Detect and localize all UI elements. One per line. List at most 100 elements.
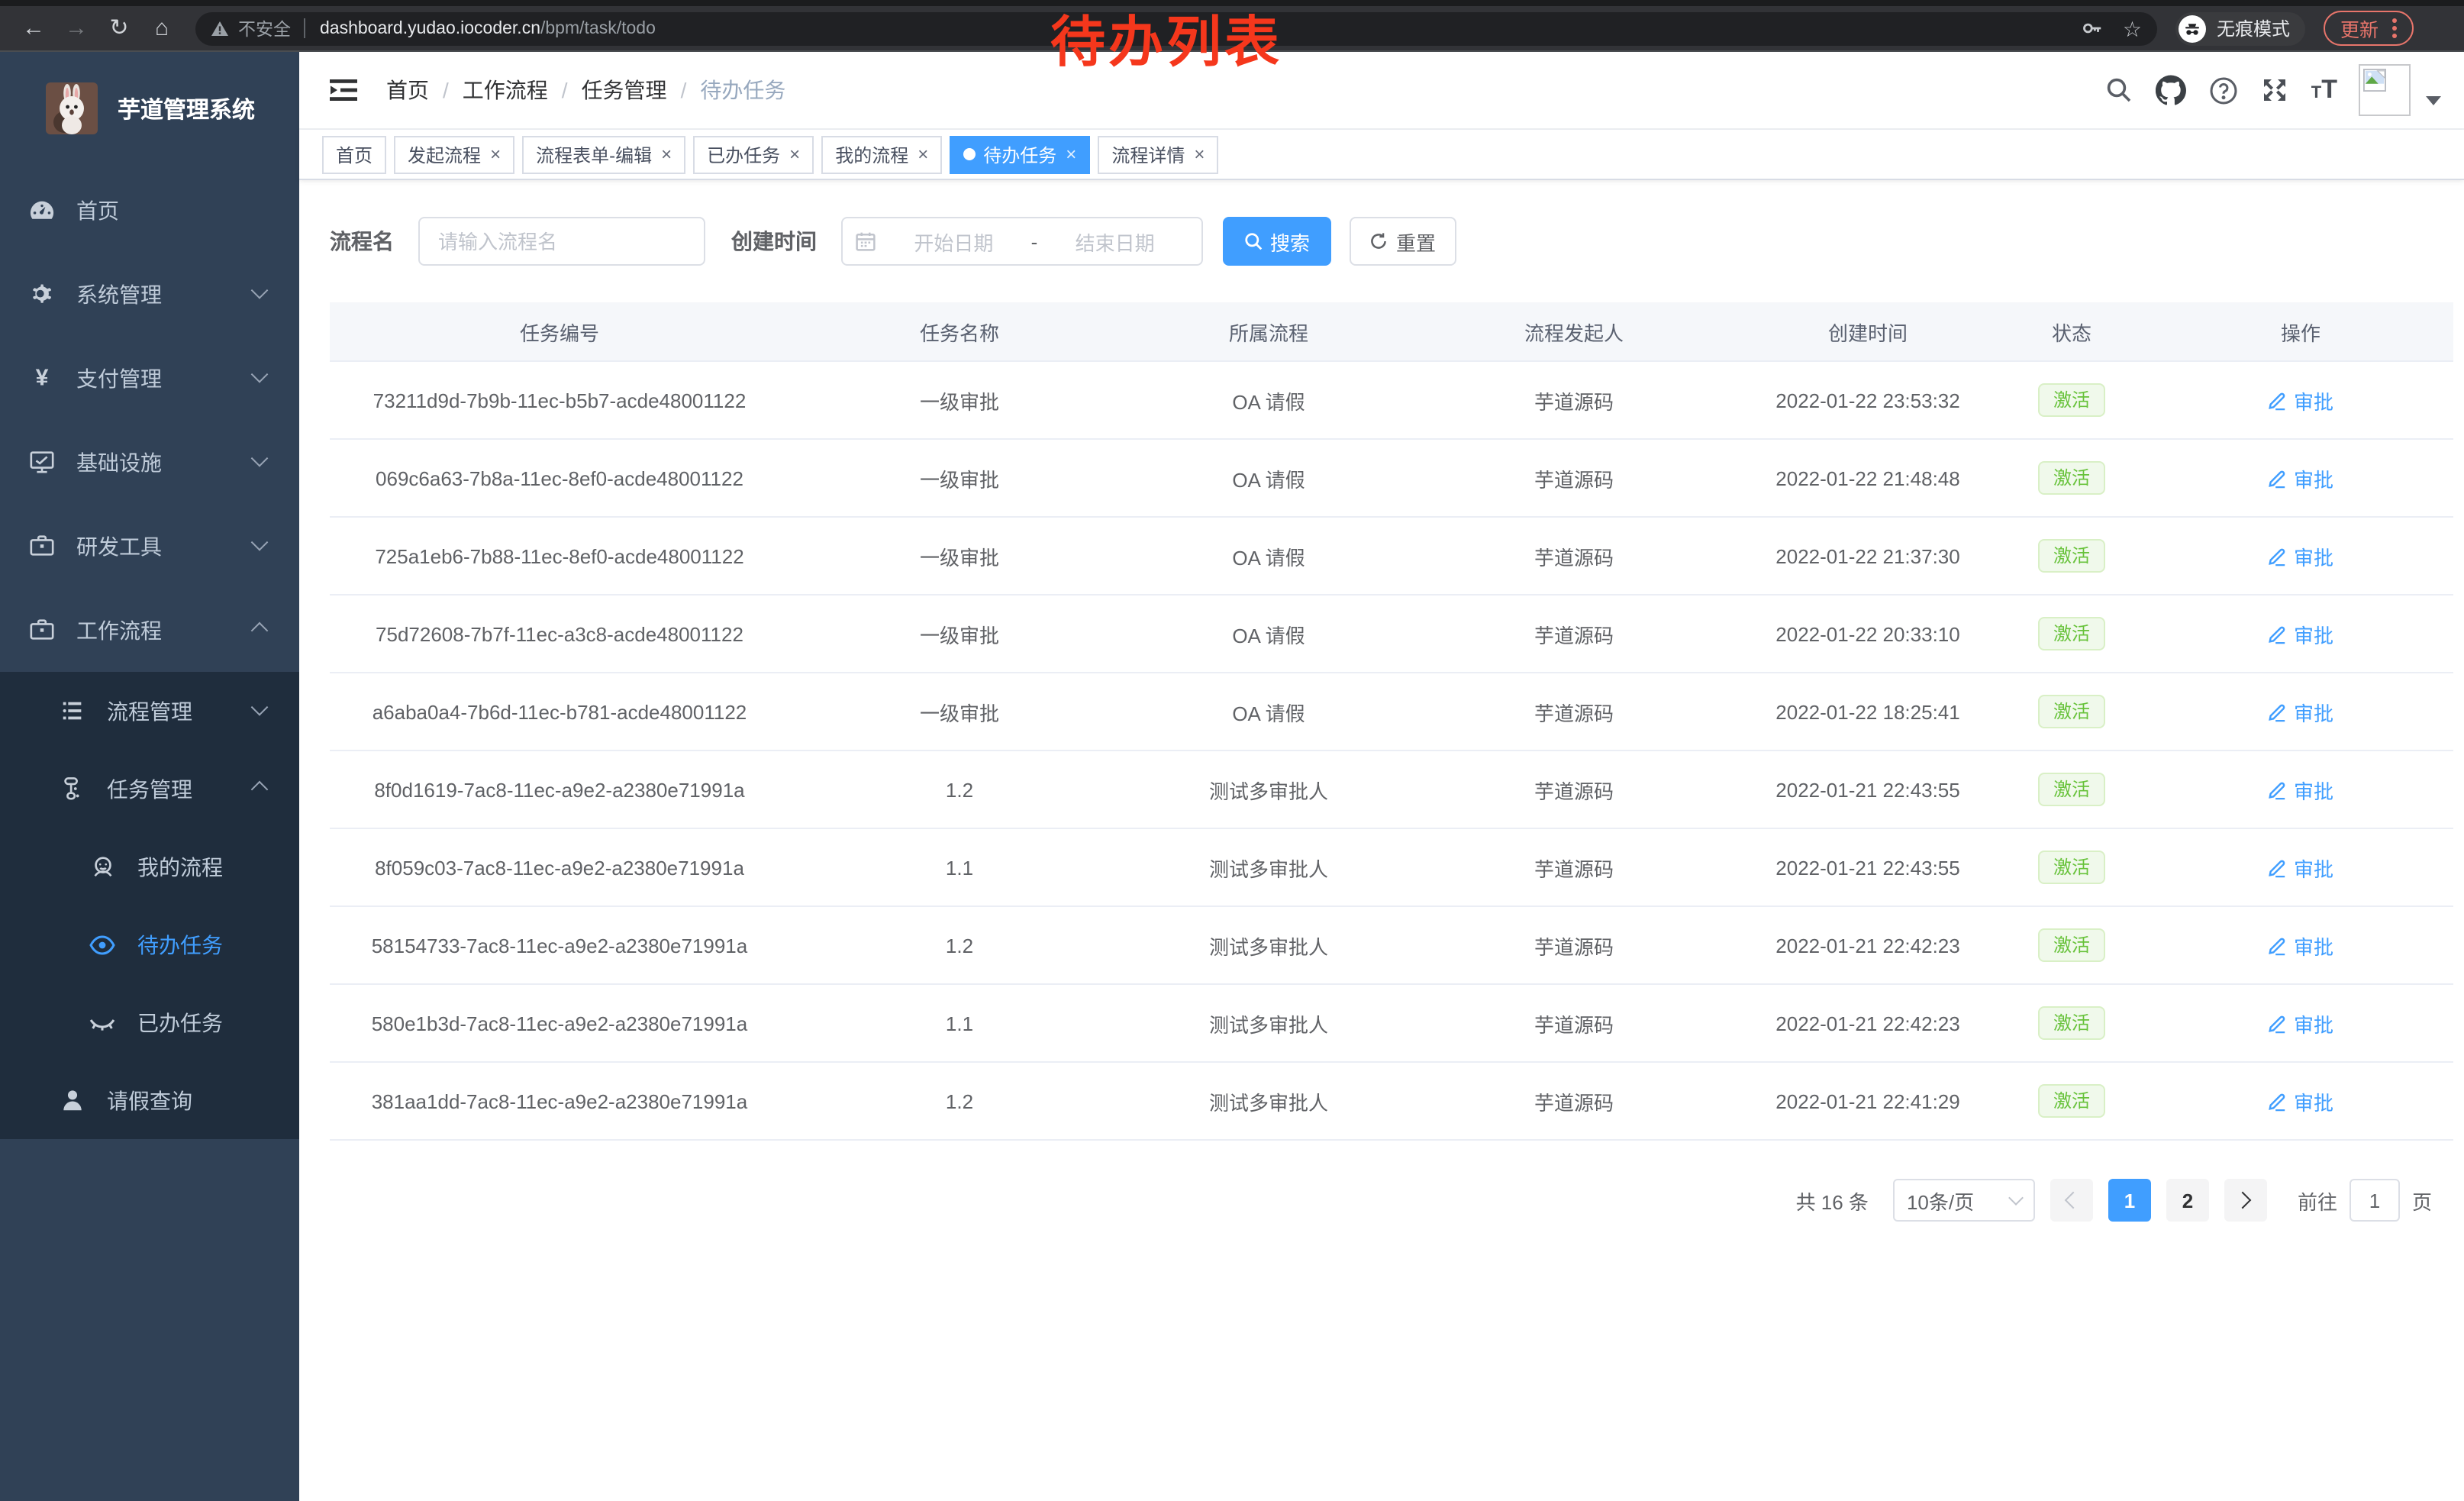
approve-link[interactable]: 审批 — [2268, 619, 2333, 648]
fullscreen-icon[interactable] — [2261, 76, 2288, 104]
app-logo[interactable]: 芋道管理系统 — [0, 52, 299, 150]
help-icon[interactable] — [2209, 76, 2238, 105]
search-button[interactable]: 搜索 — [1223, 217, 1331, 266]
sidebar-item-done-tasks[interactable]: 已办任务 — [0, 983, 299, 1061]
goto-page-input[interactable] — [2350, 1179, 2400, 1222]
browser-forward-icon[interactable]: → — [55, 6, 98, 50]
user-avatar[interactable] — [2359, 64, 2411, 116]
app-title: 芋道管理系统 — [118, 92, 255, 124]
prev-page-button[interactable] — [2050, 1179, 2093, 1222]
sidebar-item-infrastructure[interactable]: 基础设施 — [0, 420, 299, 504]
tab-done-tasks[interactable]: 已办任务 × — [693, 135, 814, 173]
header-search-icon[interactable] — [2105, 76, 2133, 104]
top-navbar: 首页 / 工作流程 / 任务管理 / 待办任务 — [299, 52, 2464, 130]
avatar-caret-icon[interactable] — [2426, 96, 2441, 105]
approve-link[interactable]: 审批 — [2268, 463, 2333, 492]
tab-close-icon[interactable]: × — [661, 145, 672, 163]
sidebar-collapse-icon[interactable] — [322, 69, 365, 111]
breadcrumb-home[interactable]: 首页 — [386, 75, 429, 105]
cell-task-name: 一级审批 — [789, 361, 1130, 439]
logo-avatar — [46, 82, 98, 134]
start-date-placeholder: 开始日期 — [879, 227, 1028, 256]
approve-link[interactable]: 审批 — [2268, 697, 2333, 726]
approve-link[interactable]: 审批 — [2268, 1086, 2333, 1115]
font-size-icon[interactable]: TT — [2311, 76, 2337, 104]
sidebar-item-leave-query[interactable]: 请假查询 — [0, 1061, 299, 1139]
sidebar-item-todo-tasks[interactable]: 待办任务 — [0, 905, 299, 983]
page-size-select[interactable]: 10条/页 — [1893, 1179, 2035, 1222]
security-label[interactable]: 不安全 — [238, 16, 291, 40]
approve-link[interactable]: 审批 — [2268, 386, 2333, 415]
password-key-icon[interactable] — [2082, 17, 2104, 40]
tab-my-processes[interactable]: 我的流程× — [821, 135, 942, 173]
browser-back-icon[interactable]: ← — [12, 6, 55, 50]
approve-link[interactable]: 审批 — [2268, 853, 2333, 882]
browser-reload-icon[interactable]: ↻ — [98, 6, 140, 50]
process-name-input[interactable] — [418, 217, 705, 266]
column-header: 流程发起人 — [1408, 302, 1740, 361]
incognito-label: 无痕模式 — [2217, 15, 2290, 41]
tab-close-icon[interactable]: × — [1066, 145, 1076, 163]
sidebar-item-workflow[interactable]: 工作流程 — [0, 588, 299, 672]
sidebar-item-process-management[interactable]: 流程管理 — [0, 672, 299, 750]
cell-starter: 芋道源码 — [1408, 595, 1740, 673]
tab-process-detail[interactable]: 流程详情× — [1098, 135, 1218, 173]
tab-home[interactable]: 首页 — [322, 135, 386, 173]
tab-process-form-edit[interactable]: 流程表单-编辑× — [522, 135, 685, 173]
cell-task-id: 73211d9d-7b9b-11ec-b5b7-acde48001122 — [330, 361, 789, 439]
tab-close-icon[interactable]: × — [1194, 145, 1205, 163]
sidebar-item-dev-tools[interactable]: 研发工具 — [0, 504, 299, 588]
table-row: 8f0d1619-7ac8-11ec-a9e2-a2380e71991a1.2测… — [330, 750, 2453, 828]
breadcrumb-workflow[interactable]: 工作流程 — [463, 75, 548, 105]
cell-process: 测试多审批人 — [1130, 828, 1408, 906]
approve-link[interactable]: 审批 — [2268, 775, 2333, 804]
cell-process: OA 请假 — [1130, 673, 1408, 750]
cell-created: 2022-01-22 21:37:30 — [1740, 517, 1995, 595]
column-header: 状态 — [1995, 302, 2148, 361]
github-icon[interactable] — [2156, 75, 2186, 105]
address-bar[interactable]: 不安全 dashboard.yudao.iocoder.cn /bpm/task… — [195, 11, 2157, 45]
cell-starter: 芋道源码 — [1408, 1062, 1740, 1140]
bookmark-star-icon[interactable]: ☆ — [2123, 18, 2142, 39]
cell-starter: 芋道源码 — [1408, 439, 1740, 517]
tab-close-icon[interactable]: × — [490, 145, 501, 163]
update-label[interactable]: 更新 — [2340, 14, 2379, 43]
cell-task-id: a6aba0a4-7b6d-11ec-b781-acde48001122 — [330, 673, 789, 750]
approve-link[interactable]: 审批 — [2268, 541, 2333, 570]
sidebar-item-system-management[interactable]: 系统管理 — [0, 252, 299, 336]
sidebar-item-my-processes[interactable]: 我的流程 — [0, 828, 299, 905]
browser-update-button[interactable]: 更新 — [2324, 11, 2414, 46]
table-row: 8f059c03-7ac8-11ec-a9e2-a2380e71991a1.1测… — [330, 828, 2453, 906]
cell-process: OA 请假 — [1130, 517, 1408, 595]
cell-process: OA 请假 — [1130, 595, 1408, 673]
tab-close-icon[interactable]: × — [918, 145, 928, 163]
cell-task-name: 一级审批 — [789, 439, 1130, 517]
tab-label: 已办任务 — [707, 141, 780, 167]
screen: ← → ↻ ⌂ 不安全 dashboard.yudao.iocoder.cn /… — [0, 0, 2464, 1501]
tab-close-icon[interactable]: × — [789, 145, 800, 163]
briefcase-icon — [27, 617, 55, 643]
tab-start-process[interactable]: 发起流程× — [394, 135, 514, 173]
sidebar-item-payment-management[interactable]: ¥支付管理 — [0, 336, 299, 420]
tab-todo-tasks[interactable]: 待办任务 × — [950, 135, 1090, 173]
browser-home-icon[interactable]: ⌂ — [140, 6, 183, 50]
cell-task-name: 1.2 — [789, 906, 1130, 984]
sidebar-item-label: 我的流程 — [137, 851, 223, 882]
sidebar-item-task-management[interactable]: 任务管理 — [0, 750, 299, 828]
page-button-1[interactable]: 1 — [2108, 1179, 2151, 1222]
next-page-button[interactable] — [2224, 1179, 2267, 1222]
approve-link[interactable]: 审批 — [2268, 931, 2333, 960]
tab-label: 待办任务 — [983, 141, 1056, 167]
reset-button[interactable]: 重置 — [1350, 217, 1456, 266]
status-badge: 激活 — [2038, 617, 2105, 650]
cell-process: 测试多审批人 — [1130, 906, 1408, 984]
breadcrumb-task-management[interactable]: 任务管理 — [582, 75, 667, 105]
browser-menu-icon[interactable] — [2392, 18, 2397, 38]
page-unit-label: 页 — [2412, 1186, 2432, 1215]
date-range-picker[interactable]: 开始日期 - 结束日期 — [841, 217, 1203, 266]
sidebar-item-home[interactable]: 首页 — [0, 168, 299, 252]
chevron-up-icon — [251, 621, 269, 639]
cell-task-id: 75d72608-7b7f-11ec-a3c8-acde48001122 — [330, 595, 789, 673]
approve-link[interactable]: 审批 — [2268, 1009, 2333, 1038]
page-button-2[interactable]: 2 — [2166, 1179, 2209, 1222]
